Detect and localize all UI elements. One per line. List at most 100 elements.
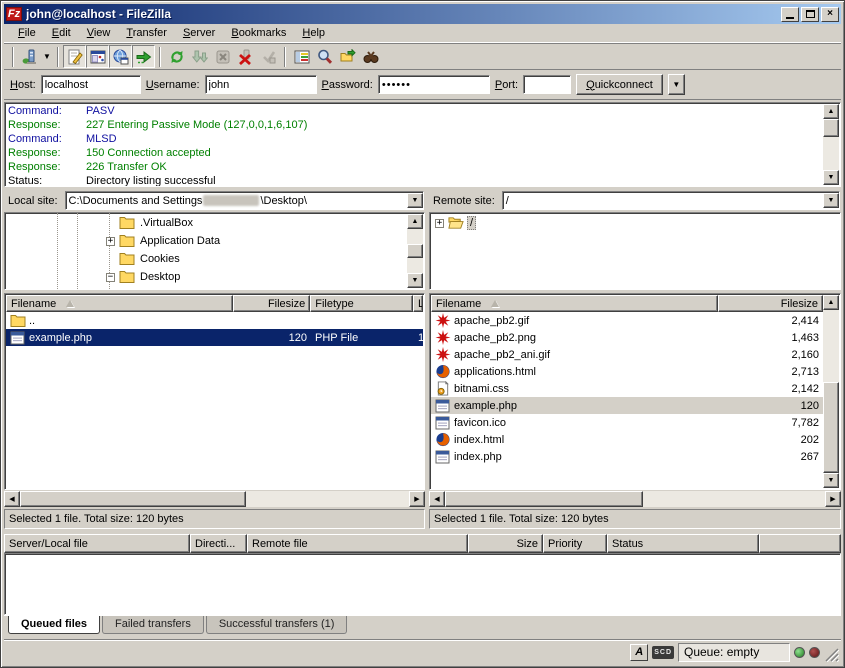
combo-dropdown-icon[interactable]: ▼ [407,193,423,208]
queue-column-direction[interactable]: Directi... [190,534,247,553]
local-tree-scrollbar[interactable]: ▲ ▼ [407,214,423,288]
scrollbar-thumb[interactable] [20,491,246,507]
tree-item-desktop[interactable]: − Desktop [6,268,406,286]
scroll-down-icon[interactable]: ▼ [823,170,839,185]
username-input[interactable] [205,75,317,94]
reconnect-button[interactable] [257,45,280,68]
remote-list-scrollbar[interactable]: ▲ ▼ [823,295,839,488]
scroll-up-icon[interactable]: ▲ [823,295,839,310]
file-row[interactable]: apache_pb2_ani.gif 2,160 [431,346,823,363]
port-input[interactable] [523,75,571,94]
scrollbar-thumb[interactable] [445,491,643,507]
disconnect-button[interactable] [234,45,257,68]
password-input[interactable] [378,75,490,94]
site-manager-dropdown[interactable]: ▼ [41,45,53,68]
quickconnect-button[interactable]: Quickconnect [576,74,663,95]
scrollbar-thumb[interactable] [823,382,839,473]
scroll-right-icon[interactable]: ▶ [825,491,841,507]
menu-bookmarks[interactable]: Bookmarks [223,25,294,41]
compare-button[interactable] [313,45,336,68]
remote-horizontal-scrollbar[interactable]: ◀ ▶ [429,491,841,507]
menu-server[interactable]: Server [175,25,223,41]
remote-site-combo[interactable]: / ▼ [502,191,840,210]
file-row-example-php[interactable]: example.php 120 PHP File 1 [6,329,423,346]
file-row[interactable]: index.html 202 [431,431,823,448]
menu-help[interactable]: Help [294,25,333,41]
file-row[interactable]: favicon.ico 7,782 [431,414,823,431]
queue-column-priority[interactable]: Priority [543,534,607,553]
scroll-right-icon[interactable]: ▶ [409,491,425,507]
find-button[interactable] [359,45,382,68]
tab-successful-transfers[interactable]: Successful transfers (1) [206,616,348,634]
tab-queued-files[interactable]: Queued files [8,616,100,634]
menu-view[interactable]: View [79,25,119,41]
toggle-queue-button[interactable] [132,45,155,68]
scroll-left-icon[interactable]: ◀ [4,491,20,507]
combo-dropdown-icon[interactable]: ▼ [823,193,839,208]
queue-column-size[interactable]: Size [468,534,543,553]
queue-column-server-local-file[interactable]: Server/Local file [4,534,190,553]
tree-item-virtualbox[interactable]: .VirtualBox [6,214,406,232]
toggle-local-tree-button[interactable] [86,45,109,68]
queue-column-status[interactable]: Status [607,534,759,553]
scroll-up-icon[interactable]: ▲ [823,104,839,119]
speed-limits-icon[interactable]: SCD [652,646,674,659]
tab-failed-transfers[interactable]: Failed transfers [102,616,204,634]
file-row[interactable]: applications.html 2,713 [431,363,823,380]
refresh-button[interactable] [165,45,188,68]
column-filesize[interactable]: Filesize [718,295,823,312]
expand-plus-icon[interactable]: + [106,237,115,246]
tree-item-application-data[interactable]: + Application Data [6,232,406,250]
log-scrollbar[interactable]: ▲ ▼ [823,104,839,185]
toggle-message-log-button[interactable] [63,45,86,68]
expand-plus-icon[interactable]: + [435,219,444,228]
column-filetype[interactable]: Filetype [310,295,413,312]
quickconnect-dropdown[interactable]: ▼ [668,74,685,95]
maximize-button[interactable] [801,7,819,22]
cancel-button[interactable] [211,45,234,68]
file-row[interactable]: apache_pb2.png 1,463 [431,329,823,346]
filter-button[interactable] [290,45,313,68]
host-input[interactable] [41,75,141,94]
menu-edit[interactable]: Edit [44,25,79,41]
queue-column-remote-file[interactable]: Remote file [247,534,468,553]
menu-transfer[interactable]: Transfer [118,25,175,41]
column-filename[interactable]: Filename [431,295,718,312]
toolbar-separator [57,47,59,67]
tree-item-cookies[interactable]: Cookies [6,250,406,268]
local-horizontal-scrollbar[interactable]: ◀ ▶ [4,491,425,507]
remote-tree[interactable]: + / [429,212,841,290]
close-button[interactable]: × [821,7,839,22]
file-row-selected[interactable]: example.php 120 [431,397,823,414]
toggle-remote-tree-button[interactable] [109,45,132,68]
expand-minus-icon[interactable]: − [106,273,115,282]
scroll-down-icon[interactable]: ▼ [407,273,423,288]
minimize-button[interactable] [781,7,799,22]
tree-item-root[interactable]: + / [431,214,839,232]
column-filename[interactable]: Filename [6,295,233,312]
file-row[interactable]: index.php 267 [431,448,823,465]
file-row[interactable]: apache_pb2.gif 2,414 [431,312,823,329]
remote-list-body[interactable]: apache_pb2.gif 2,414 apache_pb2.png 1,46… [431,312,823,488]
scrollbar-thumb[interactable] [407,244,423,258]
file-row[interactable]: bitnami.css 2,142 [431,380,823,397]
scroll-up-icon[interactable]: ▲ [407,214,423,229]
queue-list-area[interactable] [4,553,841,615]
resize-grip[interactable] [824,647,839,662]
synchronized-browsing-button[interactable] [336,45,359,68]
local-tree-icon [90,49,106,65]
site-manager-button[interactable] [18,45,41,68]
local-tree[interactable]: .VirtualBox + Application Data Cookies −… [4,212,425,290]
column-lastmodified[interactable]: L [413,295,423,312]
column-filesize[interactable]: Filesize [233,295,310,312]
process-queue-button[interactable] [188,45,211,68]
local-list-body[interactable]: .. example.php 120 PHP File 1 [6,312,423,488]
file-row-parent-dir[interactable]: .. [6,312,423,329]
scroll-left-icon[interactable]: ◀ [429,491,445,507]
message-log[interactable]: Command:PASV Response:227 Entering Passi… [4,102,841,187]
scrollbar-thumb[interactable] [823,119,839,137]
scroll-down-icon[interactable]: ▼ [823,473,839,488]
menu-file[interactable]: File [10,25,44,41]
data-type-indicator-icon[interactable]: A [630,644,648,661]
local-site-combo[interactable]: C:\Documents and Settings\Desktop\ ▼ [65,191,424,210]
